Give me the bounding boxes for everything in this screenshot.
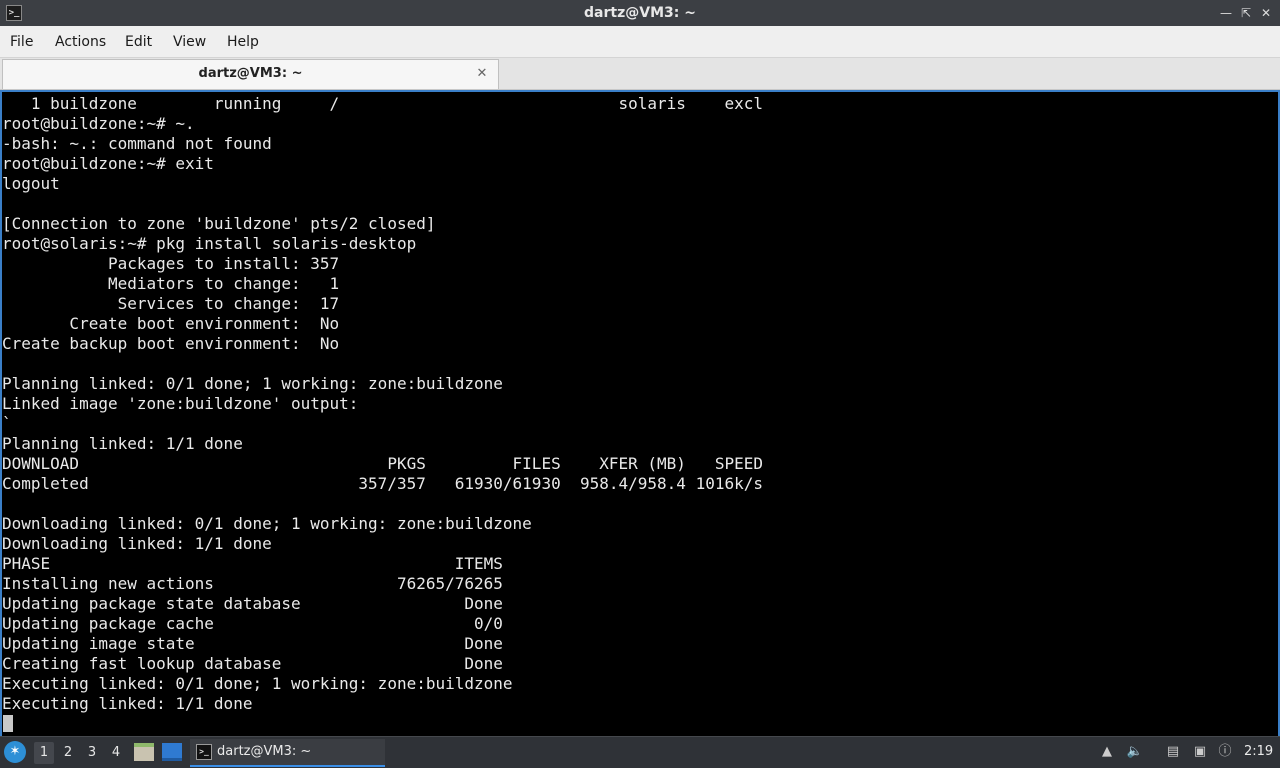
terminal-task-icon: >_ xyxy=(196,744,212,760)
start-menu-icon[interactable]: ✶ xyxy=(4,741,26,763)
workspace-4[interactable]: 4 xyxy=(106,742,126,764)
upload-icon[interactable]: ▲ xyxy=(1098,743,1116,761)
tab-close-icon[interactable]: ✕ xyxy=(474,66,490,82)
minimize-icon[interactable]: — xyxy=(1217,4,1235,22)
taskbar: ✶ 1 2 3 4 >_ dartz@VM3: ~ ▲ 🔈 ▤ ▣ ⓘ 2:19 xyxy=(0,736,1280,768)
terminal-line: Services to change: 17 xyxy=(2,294,340,313)
menu-bar: File Actions Edit View Help xyxy=(0,26,1280,58)
terminal-line: 1 buildzone running / solaris excl xyxy=(2,94,763,113)
menu-file[interactable]: File xyxy=(10,26,33,58)
terminal-line: logout xyxy=(2,174,60,193)
terminal-view[interactable]: 1 buildzone running / solaris excl root@… xyxy=(0,90,1280,736)
maximize-icon[interactable]: ⇱ xyxy=(1237,4,1255,22)
menu-view[interactable]: View xyxy=(173,26,206,58)
task-label: dartz@VM3: ~ xyxy=(217,744,312,759)
terminal-line: Installing new actions 76265/76265 xyxy=(2,574,503,593)
close-icon[interactable]: ✕ xyxy=(1257,4,1275,22)
workspace-2[interactable]: 2 xyxy=(58,742,78,764)
file-manager-icon[interactable] xyxy=(134,743,154,761)
terminal-line: Planning linked: 0/1 done; 1 working: zo… xyxy=(2,374,503,393)
taskbar-task-terminal[interactable]: >_ dartz@VM3: ~ xyxy=(190,739,385,767)
terminal-line: Downloading linked: 0/1 done; 1 working:… xyxy=(2,514,532,533)
terminal-line: Create backup boot environment: No xyxy=(2,334,340,353)
tab-label: dartz@VM3: ~ xyxy=(198,66,303,81)
terminal-line: Linked image 'zone:buildzone' output: xyxy=(2,394,359,413)
terminal-line: Updating package state database Done xyxy=(2,594,503,613)
tab-terminal[interactable]: dartz@VM3: ~ ✕ xyxy=(2,59,499,89)
terminal-line: [Connection to zone 'buildzone' pts/2 cl… xyxy=(2,214,436,233)
terminal-line: Creating fast lookup database Done xyxy=(2,654,503,673)
terminal-line: Planning linked: 1/1 done xyxy=(2,434,243,453)
terminal-line: PHASE ITEMS xyxy=(2,554,503,573)
terminal-line: root@buildzone:~# ~. xyxy=(2,114,195,133)
terminal-line: Updating image state Done xyxy=(2,634,503,653)
terminal-line: Executing linked: 0/1 done; 1 working: z… xyxy=(2,674,513,693)
window-titlebar[interactable]: >_ dartz@VM3: ~ — ⇱ ✕ xyxy=(0,0,1280,26)
terminal-line: Completed 357/357 61930/61930 958.4/958.… xyxy=(2,474,763,493)
terminal-line: root@buildzone:~# exit xyxy=(2,154,214,173)
terminal-output: 1 buildzone running / solaris excl root@… xyxy=(2,94,1272,714)
workspace-3[interactable]: 3 xyxy=(82,742,102,764)
clock[interactable]: 2:19 xyxy=(1244,737,1273,767)
menu-actions[interactable]: Actions xyxy=(55,26,106,58)
window-title: dartz@VM3: ~ xyxy=(584,5,696,21)
terminal-line: Packages to install: 357 xyxy=(2,254,340,273)
show-desktop-icon[interactable] xyxy=(162,743,182,761)
terminal-line: Mediators to change: 1 xyxy=(2,274,340,293)
menu-edit[interactable]: Edit xyxy=(125,26,152,58)
terminal-line: Downloading linked: 1/1 done xyxy=(2,534,272,553)
terminal-line: Create boot environment: No xyxy=(2,314,340,333)
terminal-line: -bash: ~.: command not found xyxy=(2,134,272,153)
terminal-line: root@solaris:~# pkg install solaris-desk… xyxy=(2,234,417,253)
volume-icon[interactable]: 🔈 xyxy=(1126,743,1144,761)
clipboard-icon[interactable]: ▤ xyxy=(1164,743,1182,761)
network-icon[interactable]: ▣ xyxy=(1191,743,1209,761)
updates-icon[interactable]: ⓘ xyxy=(1216,743,1234,761)
terminal-line: ` xyxy=(2,414,12,433)
tab-bar: dartz@VM3: ~ ✕ xyxy=(0,58,1280,90)
terminal-line: DOWNLOAD PKGS FILES XFER (MB) SPEED xyxy=(2,454,763,473)
terminal-line: Executing linked: 1/1 done xyxy=(2,694,253,713)
menu-help[interactable]: Help xyxy=(227,26,259,58)
workspace-1[interactable]: 1 xyxy=(34,742,54,764)
terminal-cursor xyxy=(3,715,13,732)
terminal-line: Updating package cache 0/0 xyxy=(2,614,503,633)
